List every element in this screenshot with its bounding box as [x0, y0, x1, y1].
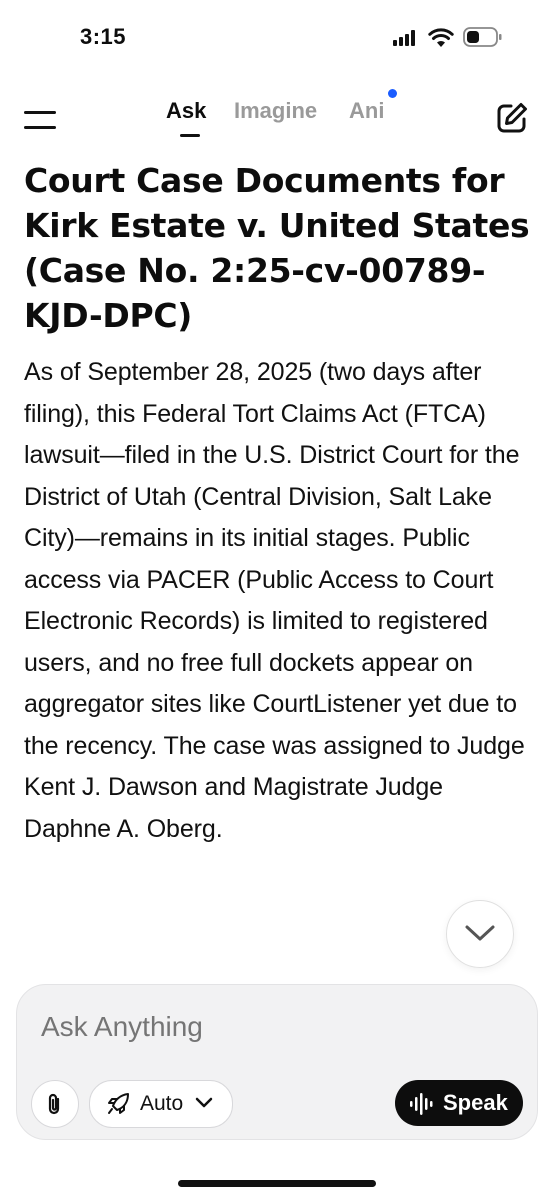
chevron-down-icon	[465, 925, 495, 941]
paperclip-icon	[48, 1093, 60, 1115]
speak-button[interactable]: Speak	[395, 1080, 523, 1126]
new-chat-edit-icon[interactable]	[494, 100, 530, 136]
app-header: Ask Imagine Ani	[0, 80, 554, 164]
chevron-down-icon	[195, 1097, 213, 1108]
composer: Auto Speak	[16, 984, 538, 1140]
status-time: 3:15	[80, 24, 127, 49]
battery-icon	[463, 27, 502, 47]
tab-ani[interactable]: Ani	[349, 98, 384, 124]
hamburger-icon-line	[24, 126, 56, 129]
voice-waveform-icon	[410, 1093, 433, 1115]
message-body: As of September 28, 2025 (two days after…	[24, 358, 525, 843]
mode-select-button[interactable]: Auto	[89, 1080, 233, 1128]
cellular-signal-icon	[393, 30, 417, 46]
message-title: Court Case Documents for Kirk Estate v. …	[24, 161, 530, 335]
notification-dot	[388, 89, 397, 98]
rocket-icon	[108, 1093, 129, 1114]
hamburger-menu-button[interactable]	[24, 106, 60, 136]
mode-label: Auto	[140, 1092, 184, 1115]
scroll-down-button[interactable]	[446, 900, 514, 968]
home-indicator	[178, 1180, 376, 1187]
status-bar: 3:15	[0, 0, 554, 80]
speak-label: Speak	[443, 1090, 508, 1115]
wifi-icon	[428, 28, 454, 47]
tab-ask[interactable]: Ask	[166, 98, 206, 124]
active-tab-indicator	[180, 134, 200, 137]
attach-button[interactable]	[31, 1080, 79, 1128]
hamburger-icon	[24, 111, 56, 114]
ask-input[interactable]	[41, 1007, 501, 1047]
tab-imagine[interactable]: Imagine	[234, 98, 317, 124]
assistant-message: Court Case Documents for Kirk Estate v. …	[24, 158, 534, 850]
